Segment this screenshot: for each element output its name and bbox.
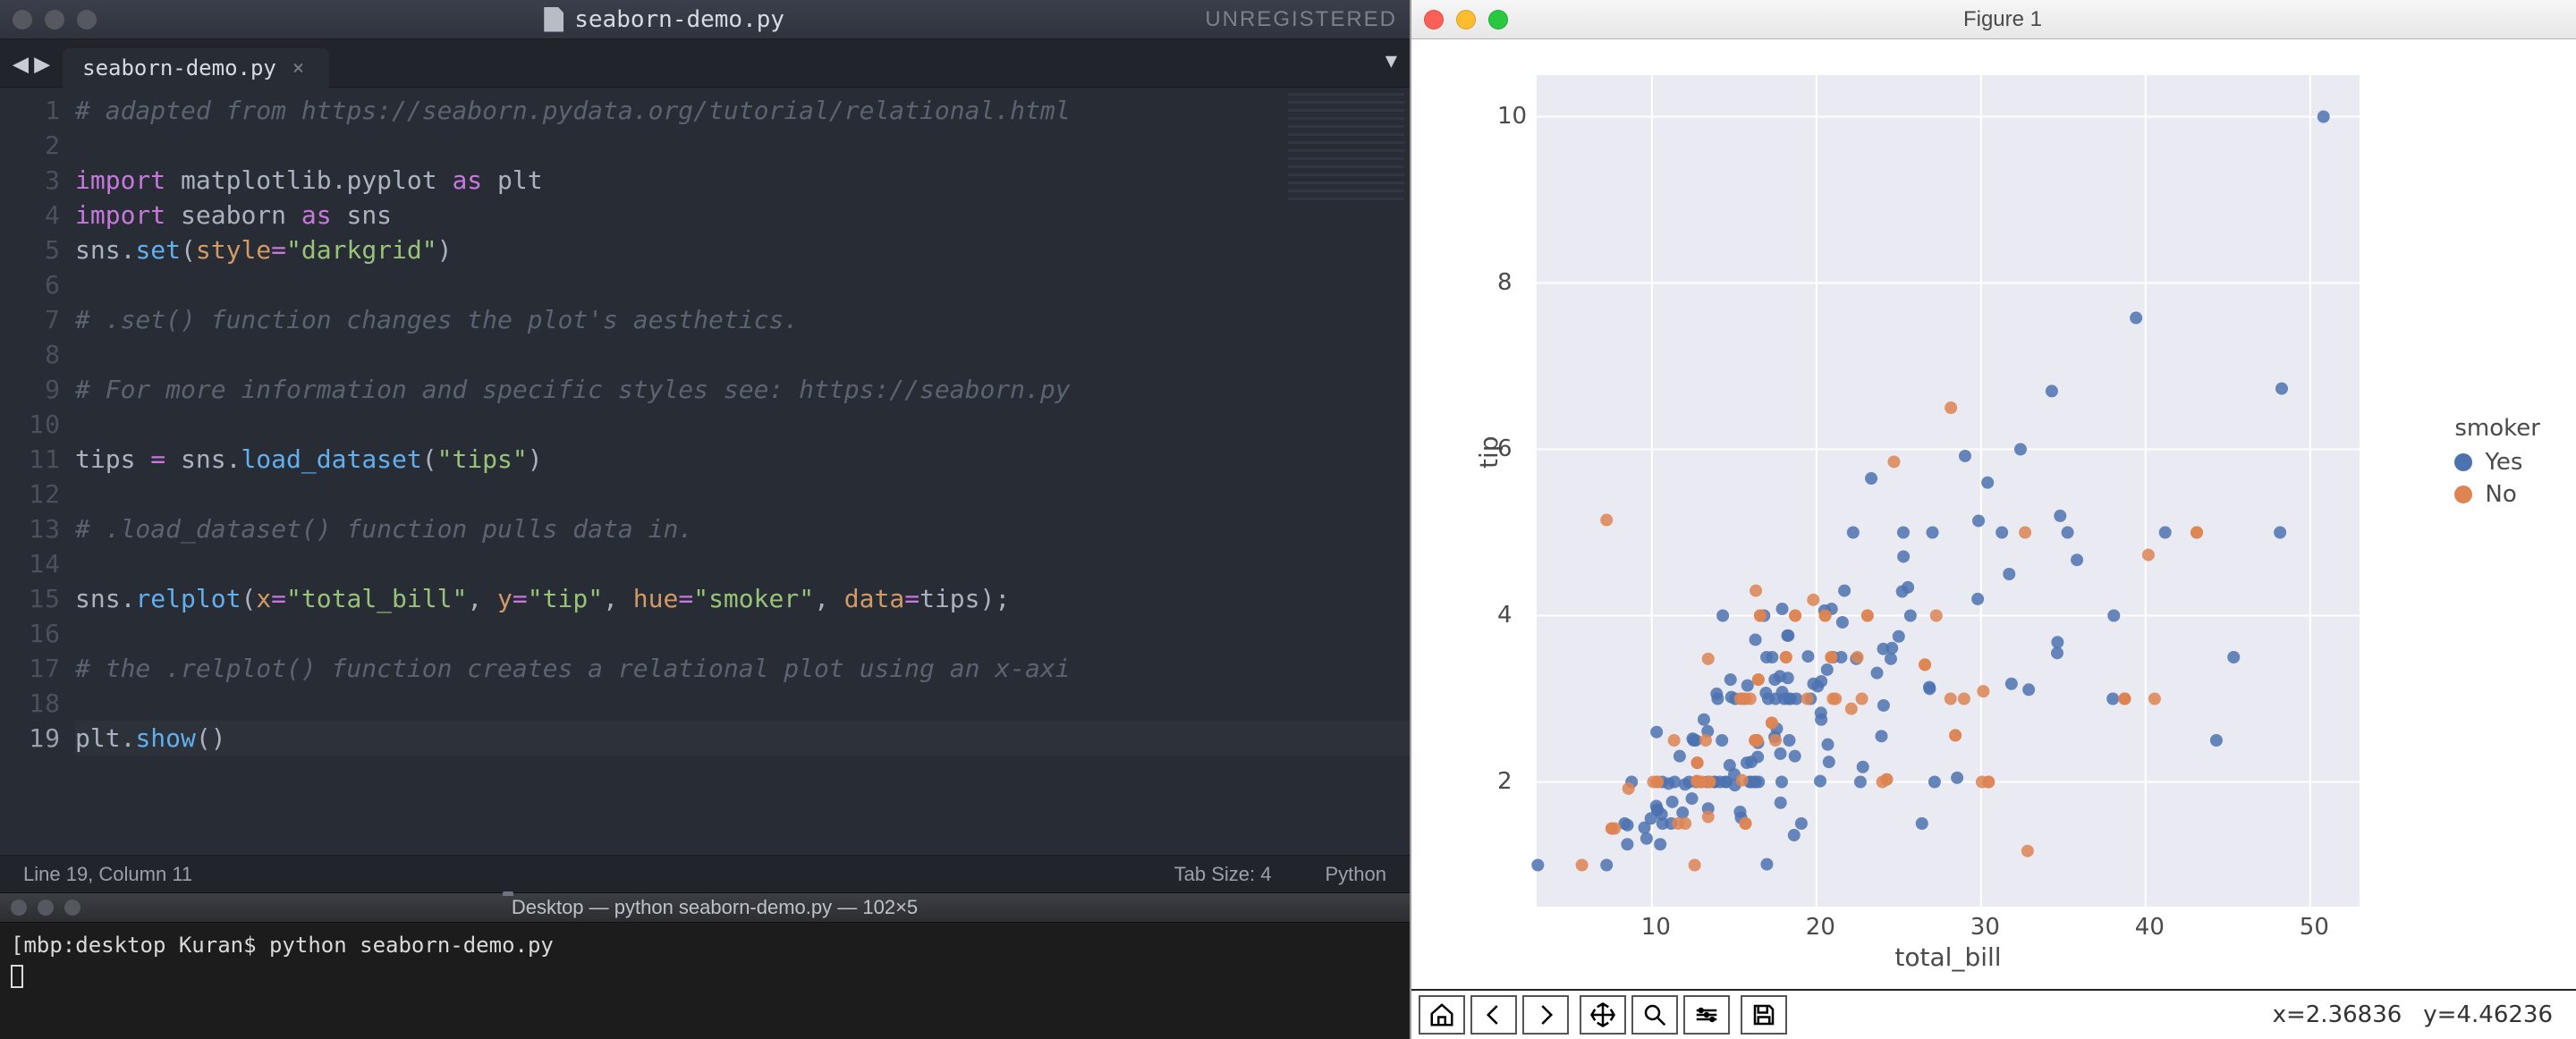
tab-overflow-icon[interactable]: ▼ [1385, 50, 1397, 72]
y-tick: 10 [1497, 103, 1527, 130]
scatter-plot [1537, 75, 2360, 907]
figure-window-controls[interactable] [1424, 10, 1508, 30]
terminal-cursor-line [11, 960, 1399, 991]
pan-icon[interactable] [1580, 995, 1626, 1035]
legend-swatch-icon [2454, 453, 2472, 471]
plot-axes[interactable] [1537, 75, 2360, 907]
zoom-rect-icon[interactable] [1631, 995, 1678, 1035]
figure-toolbar: x=2.36836 y=4.46236 [1411, 989, 2576, 1039]
y-tick: 8 [1497, 269, 1513, 296]
figure-canvas[interactable]: total_bill tip smoker YesNo 1020304050 2… [1411, 39, 2576, 989]
file-icon [544, 7, 564, 32]
figure-title: Figure 1 [1526, 7, 2479, 32]
line-gutter: 12345678910111213141516171819 [0, 88, 75, 855]
y-tick: 2 [1497, 768, 1513, 795]
coord-x: x=2.36836 [2273, 1001, 2419, 1028]
tab-close-icon[interactable]: × [292, 57, 304, 80]
tab-active[interactable]: seaborn-demo.py × [63, 48, 329, 88]
terminal-title: Desktop — python seaborn-demo.py — 102×5 [512, 896, 918, 918]
x-axis-label: total_bill [1537, 942, 2360, 972]
legend: smoker Yes No [2454, 415, 2540, 513]
nav-back-icon[interactable]: ◀ [13, 51, 29, 78]
close-icon[interactable] [1424, 10, 1444, 30]
legend-item: No [2454, 481, 2540, 508]
close-dot[interactable] [13, 10, 32, 30]
window-controls[interactable] [13, 10, 97, 30]
legend-item: Yes [2454, 449, 2540, 476]
tab-bar: ◀ ▶ seaborn-demo.py × ▼ [0, 39, 1410, 88]
forward-icon[interactable] [1522, 995, 1569, 1035]
legend-swatch-icon [2454, 486, 2472, 503]
nav-forward-icon[interactable]: ▶ [34, 51, 50, 78]
back-icon[interactable] [1470, 995, 1517, 1035]
registration-status: UNREGISTERED [1205, 7, 1397, 32]
y-tick: 6 [1497, 435, 1513, 462]
language-mode[interactable]: Python [1326, 863, 1387, 886]
tab-size[interactable]: Tab Size: 4 [1174, 863, 1272, 886]
term-close-dot[interactable] [11, 900, 27, 916]
save-icon[interactable] [1741, 995, 1787, 1035]
x-tick: 40 [2135, 914, 2165, 941]
terminal-line: [mbp:desktop Kuran$ python seaborn-demo.… [11, 930, 1399, 960]
x-tick: 20 [1806, 914, 1835, 941]
coord-y: y=4.46236 [2423, 1001, 2569, 1028]
x-tick: 50 [2300, 914, 2329, 941]
minimap[interactable] [1288, 93, 1404, 200]
status-bar: Line 19, Column 11 Tab Size: 4 Python [0, 855, 1410, 892]
minimize-dot[interactable] [45, 10, 64, 30]
minimize-icon[interactable] [1456, 10, 1476, 30]
home-icon[interactable] [1419, 995, 1465, 1035]
zoom-dot[interactable] [77, 10, 97, 30]
code-editor[interactable]: 12345678910111213141516171819 # adapted … [0, 88, 1410, 855]
terminal-titlebar: Desktop — python seaborn-demo.py — 102×5 [0, 892, 1410, 923]
legend-label: Yes [2485, 449, 2522, 476]
x-tick: 10 [1641, 914, 1671, 941]
term-min-dot[interactable] [38, 900, 54, 916]
window-title: seaborn-demo.py [574, 6, 784, 33]
x-tick: 30 [1970, 914, 2000, 941]
term-zoom-dot[interactable] [64, 900, 80, 916]
legend-title: smoker [2454, 415, 2540, 442]
cursor-position: Line 19, Column 11 [23, 863, 192, 886]
tab-label: seaborn-demo.py [82, 55, 276, 80]
editor-titlebar: seaborn-demo.py UNREGISTERED [0, 0, 1410, 39]
figure-titlebar: Figure 1 [1411, 0, 2576, 39]
editor-window: seaborn-demo.py UNREGISTERED ◀ ▶ seaborn… [0, 0, 1410, 1039]
figure-window: Figure 1 total_bill tip smoker YesNo 102… [1410, 0, 2576, 1039]
legend-label: No [2485, 481, 2516, 508]
y-tick: 4 [1497, 602, 1513, 629]
terminal[interactable]: [mbp:desktop Kuran$ python seaborn-demo.… [0, 923, 1410, 1039]
code-content[interactable]: # adapted from https://seaborn.pydata.or… [75, 88, 1410, 855]
subplots-icon[interactable] [1683, 995, 1730, 1035]
zoom-icon[interactable] [1488, 10, 1508, 30]
